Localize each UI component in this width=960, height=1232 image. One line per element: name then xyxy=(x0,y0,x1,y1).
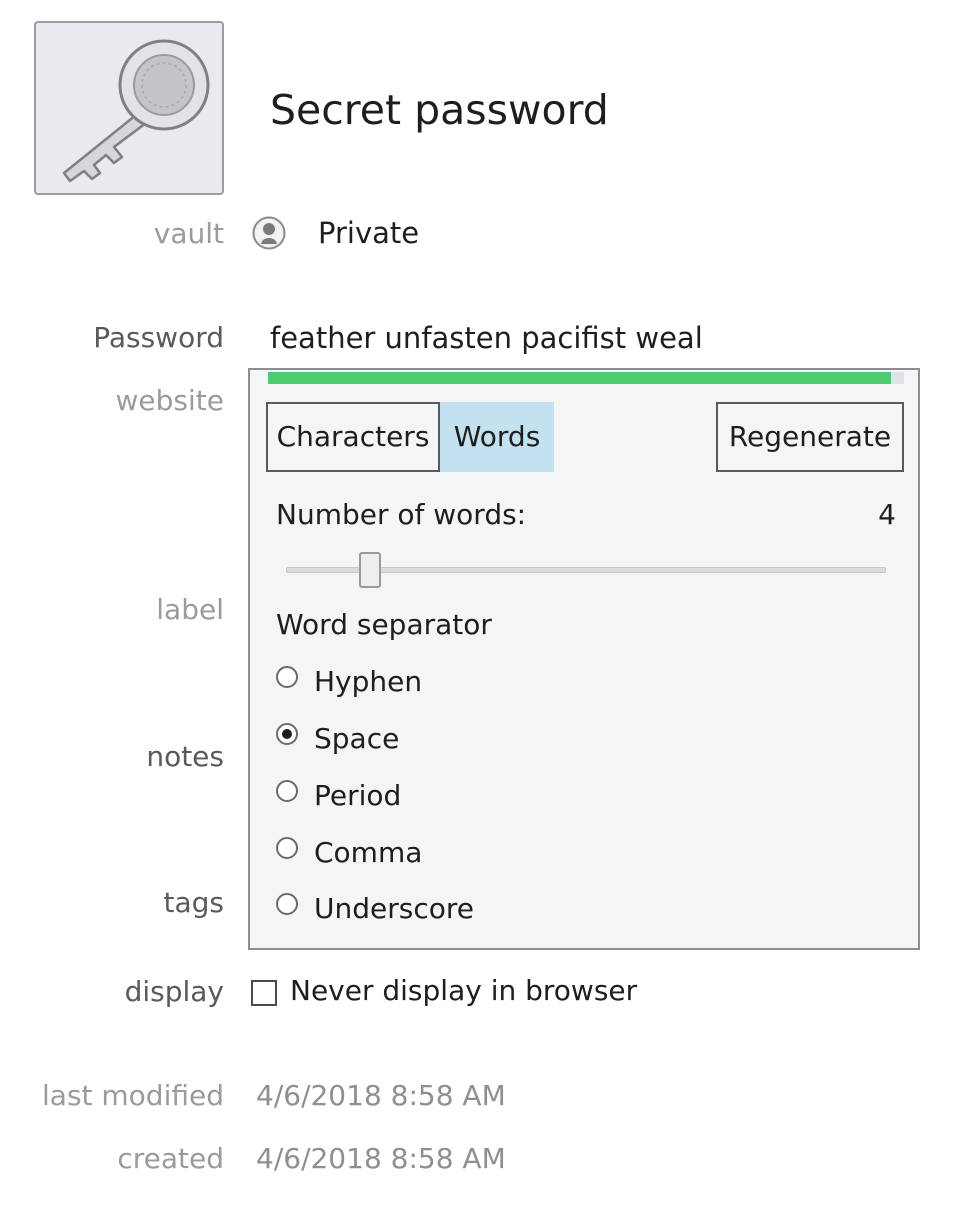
key-icon xyxy=(62,39,210,183)
created-value: 4/6/2018 8:58 AM xyxy=(256,1142,506,1175)
never-display-checkbox[interactable] xyxy=(251,980,277,1006)
separator-option-hyphen[interactable]: Hyphen xyxy=(276,661,422,701)
item-title[interactable]: Secret password xyxy=(270,86,609,134)
separator-option-period[interactable]: Period xyxy=(276,775,401,815)
separator-option-label: Comma xyxy=(314,835,423,869)
radio-button[interactable] xyxy=(276,666,298,688)
tab-characters[interactable]: Characters xyxy=(266,402,440,472)
radio-button[interactable] xyxy=(276,780,298,802)
person-icon xyxy=(252,216,286,250)
number-of-words-value: 4 xyxy=(878,498,896,531)
separator-option-comma[interactable]: Comma xyxy=(276,832,422,872)
separator-option-label: Underscore xyxy=(314,891,474,925)
word-count-slider-thumb[interactable] xyxy=(359,552,381,588)
website-label: website xyxy=(115,384,224,417)
tab-words[interactable]: Words xyxy=(440,402,554,472)
password-generator-panel: Characters Words Regenerate Number of wo… xyxy=(248,368,920,950)
strength-meter xyxy=(268,372,904,384)
vault-value[interactable]: Private xyxy=(318,216,419,250)
item-icon-tile xyxy=(34,21,224,195)
separator-option-label: Space xyxy=(314,721,400,755)
password-field[interactable]: feather unfasten pacifist weal xyxy=(270,321,703,355)
strength-meter-fill xyxy=(268,372,892,384)
separator-option-label: Period xyxy=(314,778,402,812)
last-modified-value: 4/6/2018 8:58 AM xyxy=(256,1079,506,1112)
separator-option-underscore[interactable]: Underscore xyxy=(276,888,474,928)
never-display-checkbox-label[interactable]: Never display in browser xyxy=(290,974,637,1007)
radio-button[interactable] xyxy=(276,837,298,859)
created-label: created xyxy=(117,1142,224,1175)
radio-button[interactable] xyxy=(276,893,298,915)
tags-label: tags xyxy=(163,886,225,919)
password-label: Password xyxy=(93,321,224,354)
radio-button[interactable] xyxy=(276,723,298,745)
regenerate-button[interactable]: Regenerate xyxy=(716,402,904,472)
vault-label: vault xyxy=(153,217,224,250)
last-modified-label: last modified xyxy=(42,1079,224,1112)
number-of-words-label: Number of words: xyxy=(276,498,527,531)
label-label: label xyxy=(156,593,224,626)
display-label: display xyxy=(124,975,224,1008)
separator-option-space[interactable]: Space xyxy=(276,718,399,758)
separator-option-label: Hyphen xyxy=(314,664,423,698)
word-separator-label: Word separator xyxy=(276,608,492,641)
notes-label: notes xyxy=(146,740,224,773)
